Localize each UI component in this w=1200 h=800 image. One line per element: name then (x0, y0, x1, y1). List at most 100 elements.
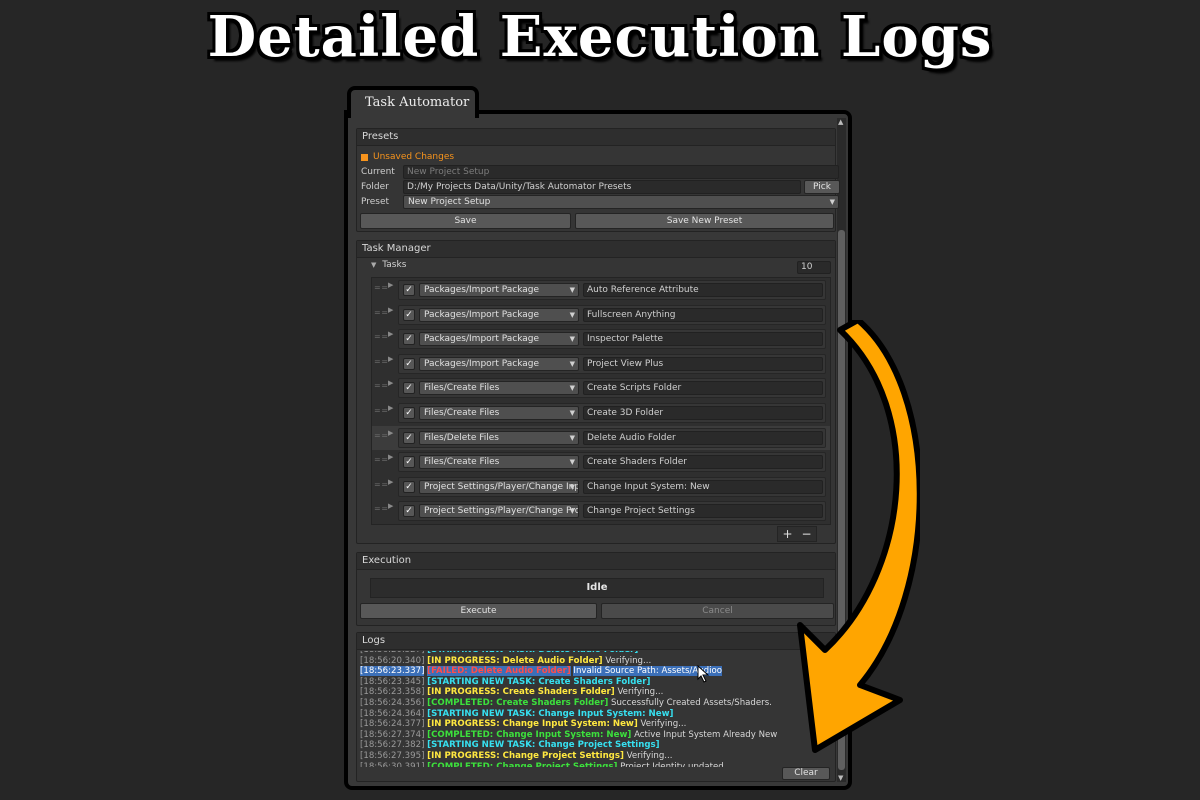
task-enabled-checkbox[interactable]: ✓ (403, 284, 415, 296)
task-type-dropdown[interactable]: Packages/Import Package ▼ (419, 283, 579, 297)
drag-handle-icon[interactable]: = = (374, 357, 388, 366)
task-type-dropdown[interactable]: Project Settings/Player/Change Proj ▼ (419, 504, 579, 519)
task-type-dropdown[interactable]: Files/Delete Files ▼ (419, 430, 579, 445)
clear-logs-button[interactable]: Clear (782, 767, 830, 780)
task-enabled-checkbox[interactable]: ✓ (403, 333, 415, 346)
checkmark-icon: ✓ (405, 506, 413, 517)
curved-arrow-icon (797, 320, 920, 753)
task-enabled-checkbox[interactable]: ✓ (403, 505, 415, 518)
dropdown-caret-icon: ▼ (569, 335, 575, 344)
dropdown-caret-icon: ▼ (569, 310, 575, 319)
log-timestamp: [18:56:23.337] (360, 666, 425, 677)
drag-handle-icon[interactable]: = = (374, 308, 388, 317)
log-timestamp: [18:56:30.391] (360, 761, 425, 767)
log-tag: [STARTING NEW TASK: Create Shaders Folde… (427, 676, 651, 687)
foldout-arrow-icon[interactable]: ▶ (388, 478, 393, 486)
log-message: Verifying... (605, 655, 652, 666)
log-timestamp: [18:56:20.327] (360, 651, 424, 655)
foldout-arrow-icon[interactable]: ▶ (388, 281, 393, 289)
current-field[interactable]: New Project Setup (403, 165, 839, 179)
task-type-dropdown[interactable]: Project Settings/Player/Change Input ▼ (419, 479, 579, 494)
foldout-arrow-icon[interactable]: ▶ (388, 453, 393, 461)
log-tag: [COMPLETED: Change Project Settings] (427, 761, 618, 767)
task-enabled-checkbox[interactable]: ✓ (403, 456, 415, 469)
task-type-dropdown[interactable]: Packages/Import Package ▼ (419, 307, 579, 322)
log-message: Verifying... (626, 750, 673, 761)
checkmark-icon: ✓ (405, 383, 413, 394)
task-name-field[interactable]: Auto Reference Attribute (583, 283, 823, 297)
task-type-dropdown[interactable]: Packages/Import Package ▼ (419, 332, 579, 347)
tasks-header[interactable]: ▼ Tasks 10 (371, 260, 831, 276)
checkmark-icon: ✓ (405, 432, 413, 443)
log-tag: [COMPLETED: Create Shaders Folder] (427, 697, 609, 708)
log-tag: [IN PROGRESS: Change Project Settings] (427, 750, 624, 761)
foldout-arrow-icon[interactable]: ▶ (388, 306, 393, 314)
drag-handle-icon[interactable]: = = (374, 406, 388, 415)
task-type-dropdown[interactable]: Files/Create Files ▼ (419, 381, 579, 396)
task-enabled-checkbox[interactable]: ✓ (403, 357, 415, 370)
checkmark-icon: ✓ (405, 408, 413, 418)
foldout-arrow-icon[interactable]: ▼ (371, 261, 376, 269)
folder-path-field[interactable]: D:/My Projects Data/Unity/Task Automator… (403, 180, 801, 194)
execute-button[interactable]: Execute (360, 603, 597, 619)
tasks-count-field[interactable]: 10 (797, 261, 831, 274)
drag-handle-icon[interactable]: = = (374, 431, 388, 440)
foldout-arrow-icon[interactable]: ▶ (388, 355, 393, 363)
unsaved-indicator-icon (361, 153, 368, 161)
checkmark-icon: ✓ (405, 309, 413, 320)
log-tag: [IN PROGRESS: Change Input System: New] (427, 719, 638, 730)
task-type-dropdown[interactable]: Files/Create Files ▼ (419, 406, 579, 420)
task-enabled-checkbox[interactable]: ✓ (403, 480, 415, 493)
foldout-arrow-icon[interactable]: ▶ (388, 379, 393, 387)
task-enabled-checkbox[interactable]: ✓ (403, 382, 415, 395)
foldout-arrow-icon[interactable]: ▶ (388, 429, 393, 437)
scroll-down-icon[interactable]: ▼ (838, 774, 843, 782)
preset-label: Preset (361, 197, 390, 207)
drag-handle-icon[interactable]: = = (374, 455, 388, 464)
task-row[interactable]: = = ▶ ✓ Packages/Import Package ▼ Auto R… (372, 278, 830, 302)
folder-label: Folder (361, 182, 389, 192)
window-tab[interactable]: Task Automator (347, 86, 479, 118)
task-enabled-checkbox[interactable]: ✓ (403, 431, 415, 444)
dropdown-caret-icon: ▼ (569, 507, 575, 516)
task-enabled-checkbox[interactable]: ✓ (403, 407, 415, 419)
current-label: Current (361, 167, 395, 177)
drag-handle-icon[interactable]: = = (374, 504, 388, 513)
save-new-preset-button[interactable]: Save New Preset (575, 213, 834, 229)
folder-row: Folder D:/My Projects Data/Unity/Task Au… (361, 180, 840, 194)
task-enabled-checkbox[interactable]: ✓ (403, 308, 415, 321)
log-timestamp: [18:56:24.377] (360, 719, 425, 730)
dropdown-caret-icon: ▼ (569, 433, 575, 442)
drag-handle-icon[interactable]: = = (374, 332, 388, 341)
save-button[interactable]: Save (360, 213, 571, 229)
task-type-dropdown[interactable]: Files/Create Files ▼ (419, 455, 579, 470)
checkmark-icon: ✓ (405, 457, 413, 468)
pick-folder-button[interactable]: Pick (804, 180, 840, 194)
foldout-arrow-icon[interactable]: ▶ (388, 502, 393, 510)
checkmark-icon: ✓ (405, 358, 413, 369)
log-tag: [STARTING NEW TASK: Delete Audio Folder] (427, 651, 638, 655)
log-timestamp: [18:56:27.382] (360, 740, 425, 751)
drag-handle-icon[interactable]: = = (374, 283, 388, 292)
headline: Detailed Execution Logs (207, 4, 993, 70)
drag-handle-icon[interactable]: = = (374, 381, 388, 390)
foldout-arrow-icon[interactable]: ▶ (388, 330, 393, 338)
checkmark-icon: ✓ (405, 334, 413, 345)
scroll-up-icon[interactable]: ▲ (838, 118, 843, 126)
task-type-value: Files/Create Files (424, 383, 500, 394)
log-timestamp: [18:56:23.345] (360, 676, 425, 687)
preset-dropdown[interactable]: New Project Setup ▼ (403, 195, 839, 209)
log-timestamp: [18:56:27.374] (360, 729, 425, 740)
dropdown-caret-icon: ▼ (569, 482, 575, 491)
log-timestamp: [18:56:23.358] (360, 687, 425, 698)
foldout-arrow-icon[interactable]: ▶ (388, 404, 393, 412)
presets-section: Presets Unsaved Changes Current New Proj… (356, 128, 840, 232)
log-tag: [IN PROGRESS: Create Shaders Folder] (427, 687, 615, 698)
preset-dropdown-value: New Project Setup (408, 197, 491, 207)
log-line[interactable]: [18:56:30.391] [COMPLETED: Change Projec… (360, 762, 834, 767)
task-type-dropdown[interactable]: Packages/Import Package ▼ (419, 356, 579, 371)
tasks-label: Tasks (382, 260, 407, 270)
log-timestamp: [18:56:24.356] (360, 697, 425, 708)
drag-handle-icon[interactable]: = = (374, 480, 388, 489)
dropdown-caret-icon: ▼ (829, 198, 835, 206)
